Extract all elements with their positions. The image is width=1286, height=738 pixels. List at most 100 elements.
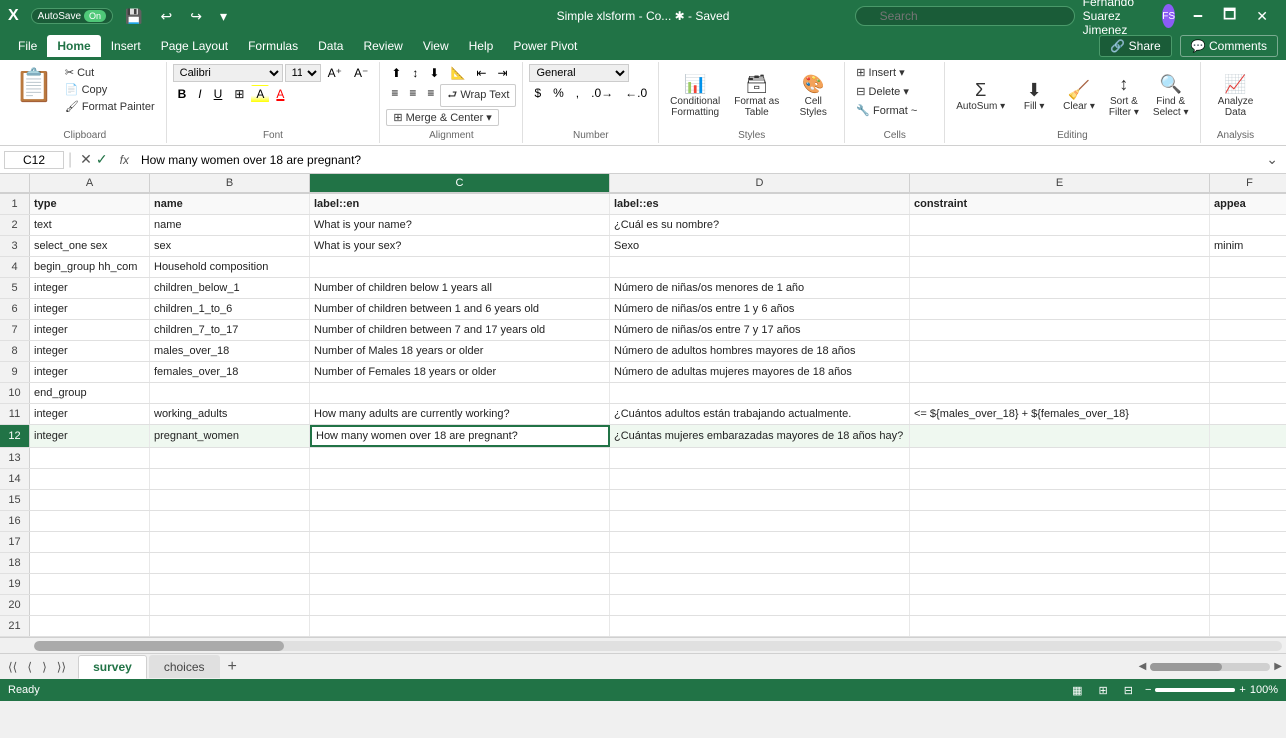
- find-select-button[interactable]: 🔍 Find &Select ▾: [1148, 71, 1194, 121]
- font-name-select[interactable]: Calibri: [173, 64, 283, 82]
- search-input[interactable]: [855, 6, 1075, 26]
- cell-d16[interactable]: [610, 511, 910, 531]
- cell-a8[interactable]: integer: [30, 341, 150, 361]
- cell-f2[interactable]: [1210, 215, 1286, 235]
- italic-button[interactable]: I: [193, 85, 206, 103]
- row-num-13[interactable]: 13: [0, 448, 30, 468]
- sheet-nav-next-button[interactable]: ⟩: [38, 658, 51, 676]
- row-num-14[interactable]: 14: [0, 469, 30, 489]
- row-num-3[interactable]: 3: [0, 236, 30, 256]
- cell-d18[interactable]: [610, 553, 910, 573]
- fx-button[interactable]: fx: [116, 153, 133, 167]
- fill-color-button[interactable]: A: [251, 85, 269, 103]
- font-size-select[interactable]: 11: [285, 64, 321, 82]
- cell-c3[interactable]: What is your sex?: [310, 236, 610, 256]
- cell-d6[interactable]: Número de niñas/os entre 1 y 6 años: [610, 299, 910, 319]
- cell-b18[interactable]: [150, 553, 310, 573]
- autosum-button[interactable]: Σ AutoSum ▾: [951, 77, 1010, 116]
- cell-d20[interactable]: [610, 595, 910, 615]
- fill-button[interactable]: ⬇ Fill ▾: [1014, 77, 1054, 116]
- cell-a6[interactable]: integer: [30, 299, 150, 319]
- formula-input[interactable]: [137, 152, 1258, 168]
- cell-e16[interactable]: [910, 511, 1210, 531]
- cell-f1[interactable]: appea: [1210, 194, 1286, 214]
- outdent-button[interactable]: ⇥: [492, 64, 512, 82]
- row-num-18[interactable]: 18: [0, 553, 30, 573]
- increase-decimal-button[interactable]: .0→: [586, 84, 618, 102]
- cell-d14[interactable]: [610, 469, 910, 489]
- row-num-2[interactable]: 2: [0, 215, 30, 235]
- cell-f12[interactable]: [1210, 425, 1286, 447]
- cell-c14[interactable]: [310, 469, 610, 489]
- cell-e11[interactable]: <= ${males_over_18} + ${females_over_18}: [910, 404, 1210, 424]
- cell-d17[interactable]: [610, 532, 910, 552]
- cell-f10[interactable]: [1210, 383, 1286, 403]
- underline-button[interactable]: U: [209, 85, 228, 103]
- orientation-button[interactable]: 📐: [445, 64, 470, 82]
- cell-b4[interactable]: Household composition: [150, 257, 310, 277]
- cell-e18[interactable]: [910, 553, 1210, 573]
- comma-button[interactable]: ,: [571, 84, 584, 102]
- zoom-out-button[interactable]: −: [1145, 684, 1151, 696]
- align-middle-button[interactable]: ↕: [407, 64, 423, 82]
- cell-e12[interactable]: [910, 425, 1210, 447]
- row-num-4[interactable]: 4: [0, 257, 30, 277]
- col-header-f[interactable]: F: [1210, 174, 1286, 193]
- normal-view-button[interactable]: ▦: [1068, 683, 1086, 698]
- cell-b13[interactable]: [150, 448, 310, 468]
- cell-e15[interactable]: [910, 490, 1210, 510]
- cell-a20[interactable]: [30, 595, 150, 615]
- cell-b8[interactable]: males_over_18: [150, 341, 310, 361]
- cell-b2[interactable]: name: [150, 215, 310, 235]
- increase-font-size-button[interactable]: A⁺: [323, 64, 347, 82]
- sheet-nav-prev-button[interactable]: ⟨: [23, 658, 36, 676]
- align-bottom-button[interactable]: ⬇: [424, 64, 444, 82]
- cell-a3[interactable]: select_one sex: [30, 236, 150, 256]
- cell-e3[interactable]: [910, 236, 1210, 256]
- cell-e9[interactable]: [910, 362, 1210, 382]
- cell-c2[interactable]: What is your name?: [310, 215, 610, 235]
- cell-c12[interactable]: How many women over 18 are pregnant?: [310, 425, 610, 447]
- cell-c8[interactable]: Number of Males 18 years or older: [310, 341, 610, 361]
- cell-b7[interactable]: children_7_to_17: [150, 320, 310, 340]
- cell-f14[interactable]: [1210, 469, 1286, 489]
- cell-c5[interactable]: Number of children below 1 years all: [310, 278, 610, 298]
- row-num-12[interactable]: 12: [0, 425, 30, 447]
- font-color-button[interactable]: A: [271, 85, 289, 103]
- merge-center-button[interactable]: ⊞ Merge & Center ▾: [386, 109, 499, 126]
- cell-c16[interactable]: [310, 511, 610, 531]
- bold-button[interactable]: B: [173, 85, 192, 103]
- undo-button[interactable]: ↩: [155, 6, 179, 27]
- cell-f3[interactable]: minim: [1210, 236, 1286, 256]
- format-as-table-button[interactable]: 🗃 Format asTable: [729, 71, 784, 121]
- cell-a11[interactable]: integer: [30, 404, 150, 424]
- align-top-button[interactable]: ⬆: [386, 64, 406, 82]
- formula-cancel-button[interactable]: ✕: [80, 151, 92, 168]
- comments-button[interactable]: 💬 Comments: [1180, 35, 1278, 57]
- row-num-15[interactable]: 15: [0, 490, 30, 510]
- cell-d3[interactable]: Sexo: [610, 236, 910, 256]
- cell-b16[interactable]: [150, 511, 310, 531]
- delete-cells-button[interactable]: ⊟ Delete ▾: [851, 83, 938, 100]
- col-header-b[interactable]: B: [150, 174, 310, 193]
- cell-b19[interactable]: [150, 574, 310, 594]
- sheet-tab-survey[interactable]: survey: [78, 655, 147, 679]
- tab-page-layout[interactable]: Page Layout: [151, 35, 238, 57]
- paste-button[interactable]: 📋: [10, 64, 58, 115]
- cell-d11[interactable]: ¿Cuántos adultos están trabajando actual…: [610, 404, 910, 424]
- tab-formulas[interactable]: Formulas: [238, 35, 308, 57]
- tab-insert[interactable]: Insert: [101, 35, 151, 57]
- cell-c6[interactable]: Number of children between 1 and 6 years…: [310, 299, 610, 319]
- cell-f20[interactable]: [1210, 595, 1286, 615]
- row-num-10[interactable]: 10: [0, 383, 30, 403]
- cell-c4[interactable]: [310, 257, 610, 277]
- cell-e10[interactable]: [910, 383, 1210, 403]
- cell-a4[interactable]: begin_group hh_com: [30, 257, 150, 277]
- cell-e4[interactable]: [910, 257, 1210, 277]
- cell-d10[interactable]: [610, 383, 910, 403]
- cell-b14[interactable]: [150, 469, 310, 489]
- cell-d13[interactable]: [610, 448, 910, 468]
- cell-a13[interactable]: [30, 448, 150, 468]
- cell-f13[interactable]: [1210, 448, 1286, 468]
- cell-c21[interactable]: [310, 616, 610, 636]
